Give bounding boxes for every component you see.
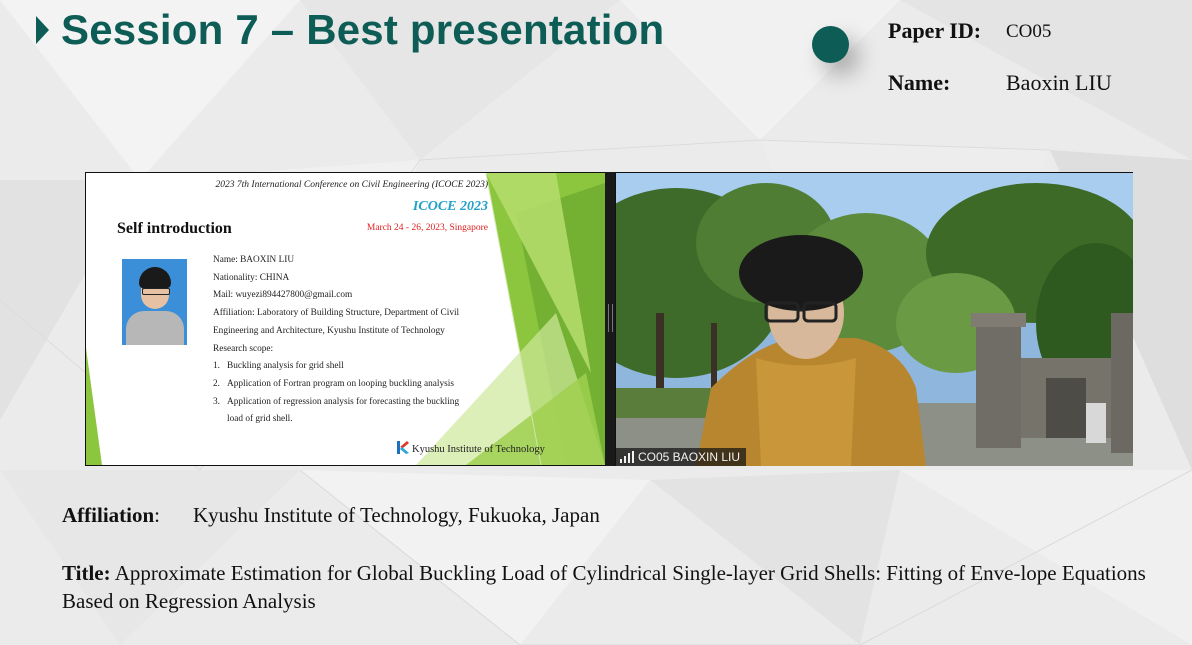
list-item: 3. Application of regression analysis for… [213, 396, 460, 407]
video-frame [616, 173, 1133, 466]
kyutech-logo-icon [397, 441, 409, 454]
name-value: Baoxin LIU [1006, 70, 1112, 95]
paper-id-label: Paper ID: [888, 18, 982, 43]
list-item-continuation: load of grid shell. [227, 414, 293, 425]
info-scope-label: Research scope: [213, 343, 274, 354]
affiliation-value: Kyushu Institute of Technology, Fukuoka,… [193, 503, 600, 527]
participant-name: CO05 BAOXIN LIU [638, 450, 741, 464]
title-arrow-icon [36, 16, 49, 44]
slide-conference-dates: March 24 - 26, 2023, Singapore [366, 223, 488, 233]
title-label: Title: [62, 561, 111, 585]
view-splitter[interactable] [605, 172, 615, 466]
slide-conference-acronym: ICOCE 2023 [412, 199, 488, 214]
paper-title-block: Title: Approximate Estimation for Global… [62, 559, 1177, 615]
session-title: Session 7 – Best presentation [61, 6, 665, 53]
title-value: Approximate Estimation for Global Buckli… [62, 561, 1146, 613]
slide-footer-text: Kyushu Institute of Technology [412, 444, 545, 455]
info-mail: Mail: wuyezi894427800@gmail.com [213, 290, 353, 301]
info-nationality: Nationality: CHINA [213, 272, 290, 283]
presenter-photo [122, 259, 187, 345]
signal-bars-icon [620, 451, 634, 463]
affiliation-label: Affiliation: [62, 503, 161, 527]
slide-conference-name: 2023 7th International Conference on Civ… [215, 180, 488, 190]
participant-name-tag: CO05 BAOXIN LIU [616, 448, 747, 466]
slide-footer: Kyushu Institute of Technology [397, 441, 545, 455]
participant-video [616, 173, 1133, 466]
meeting-screen: 2023 7th International Conference on Civ… [85, 172, 1133, 466]
slide-self-info: Name: BAOXIN LIU Nationality: CHINA Mail… [213, 252, 483, 429]
list-item: 1. Buckling analysis for grid shell [213, 361, 344, 372]
list-item: 2. Application of Fortran program on loop… [213, 378, 454, 389]
info-name: Name: BAOXIN LIU [213, 255, 295, 265]
info-affiliation-line2: Engineering and Architecture, Kyushu Ins… [213, 325, 445, 336]
shared-slide: 2023 7th International Conference on Civ… [86, 173, 605, 465]
paper-id-value: CO05 [1006, 21, 1052, 42]
splitter-grip-handle[interactable] [608, 304, 613, 332]
name-label: Name: [888, 70, 951, 95]
info-affiliation-line1: Affiliation: Laboratory of Building Stru… [213, 308, 460, 319]
decorative-dot [812, 26, 849, 63]
slide-heading: Self introduction [117, 220, 232, 237]
